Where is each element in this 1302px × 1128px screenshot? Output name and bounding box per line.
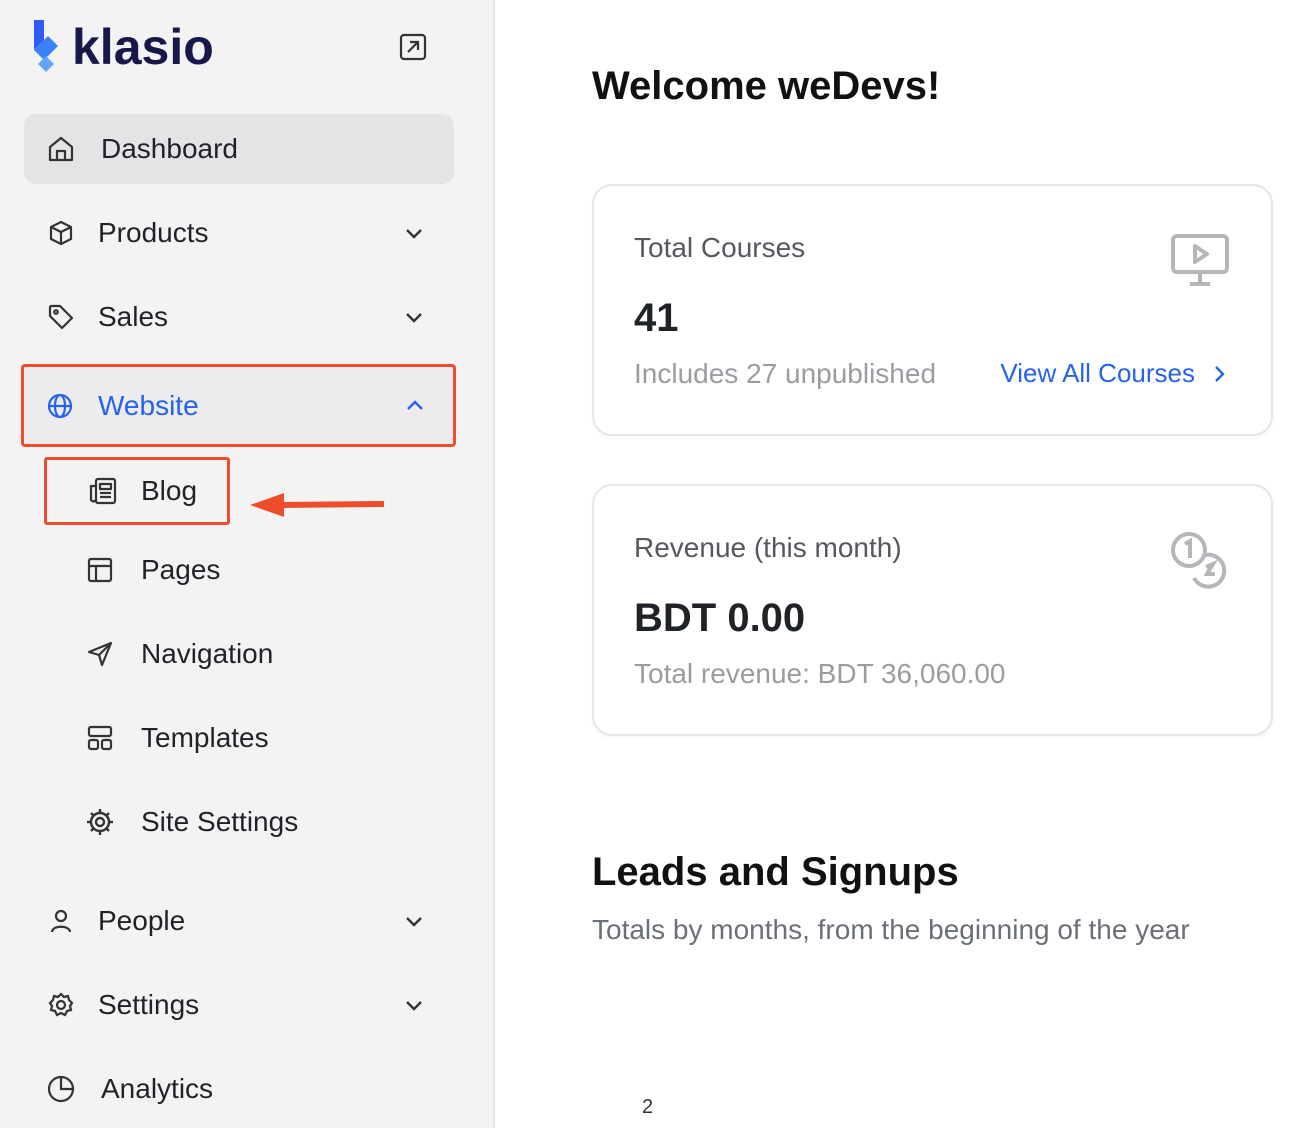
sidebar-item-analytics[interactable]: Analytics	[24, 1054, 454, 1124]
layout-icon	[84, 554, 116, 586]
sidebar-item-dashboard[interactable]: Dashboard	[24, 114, 454, 184]
sidebar-item-label: People	[98, 905, 186, 936]
sidebar-subitem-label: Site Settings	[141, 806, 299, 837]
sidebar-subitem-label: Templates	[141, 722, 269, 753]
external-arrow-icon	[399, 33, 427, 61]
send-icon	[84, 638, 116, 670]
page-title: Welcome weDevs!	[592, 64, 941, 108]
home-icon	[46, 134, 76, 164]
card-subtitle: Includes 27 unpublished	[634, 358, 937, 389]
card-value: BDT 0.00	[634, 596, 806, 640]
pie-chart-icon	[46, 1074, 76, 1104]
chevron-down-icon	[402, 221, 426, 245]
chevron-down-icon	[402, 993, 426, 1017]
sidebar-subitem-label: Navigation	[141, 638, 274, 669]
link-label: View All Courses	[1000, 358, 1195, 388]
card-title: Revenue (this month)	[634, 532, 902, 563]
sidebar-item-people[interactable]: People	[24, 886, 454, 956]
card-subtitle: Total revenue: BDT 36,060.00	[634, 658, 1006, 689]
logo[interactable]: klasio	[28, 20, 214, 74]
gear-icon	[46, 990, 76, 1020]
sidebar-item-website[interactable]: Website	[21, 364, 456, 447]
globe-icon	[45, 391, 75, 421]
coins-icon	[1169, 530, 1231, 592]
total-courses-card: Total Courses 41 Includes 27 unpublished…	[592, 184, 1273, 436]
sidebar-subitem-label: Pages	[141, 554, 221, 585]
sidebar-item-label: Settings	[98, 989, 200, 1020]
chevron-down-icon	[402, 305, 426, 329]
chevron-down-icon	[402, 909, 426, 933]
templates-icon	[84, 722, 116, 754]
sidebar-item-sales[interactable]: Sales	[24, 282, 454, 352]
brand-name: klasio	[72, 19, 214, 75]
sidebar-item-label: Dashboard	[101, 133, 238, 164]
card-value: 41	[634, 296, 679, 340]
klasio-logo-icon	[34, 20, 58, 72]
sidebar-subitem-blog[interactable]: Blog	[44, 457, 230, 525]
view-all-courses-link[interactable]: View All Courses	[1000, 358, 1227, 389]
annotation-arrow-icon	[250, 493, 385, 517]
open-external-button[interactable]	[398, 32, 428, 62]
presentation-icon	[1169, 230, 1231, 292]
sidebar: klasio Dashboard Products Sales Website …	[0, 0, 495, 1128]
sidebar-subitem-label: Blog	[141, 475, 198, 506]
main-content: Welcome weDevs! Total Courses 41 Include…	[497, 0, 1302, 1128]
sidebar-item-products[interactable]: Products	[24, 198, 454, 268]
sidebar-item-label: Products	[98, 217, 209, 248]
sidebar-item-label: Website	[98, 389, 199, 421]
cog-icon	[84, 806, 116, 838]
newspaper-icon	[87, 475, 119, 507]
leads-section-title: Leads and Signups	[592, 850, 959, 894]
chart-axis-tick: 2	[642, 1096, 654, 1118]
sidebar-item-settings[interactable]: Settings	[24, 970, 454, 1040]
sidebar-item-label: Analytics	[101, 1073, 214, 1104]
chevron-right-icon	[1215, 365, 1225, 382]
revenue-card: Revenue (this month) BDT 0.00 Total reve…	[592, 484, 1273, 736]
tag-icon	[46, 302, 76, 332]
card-title: Total Courses	[634, 232, 806, 263]
leads-section-subtitle: Totals by months, from the beginning of …	[592, 914, 1190, 945]
chevron-up-icon	[403, 394, 427, 418]
box-icon	[46, 218, 76, 248]
user-icon	[46, 906, 76, 936]
sidebar-item-label: Sales	[98, 301, 169, 332]
